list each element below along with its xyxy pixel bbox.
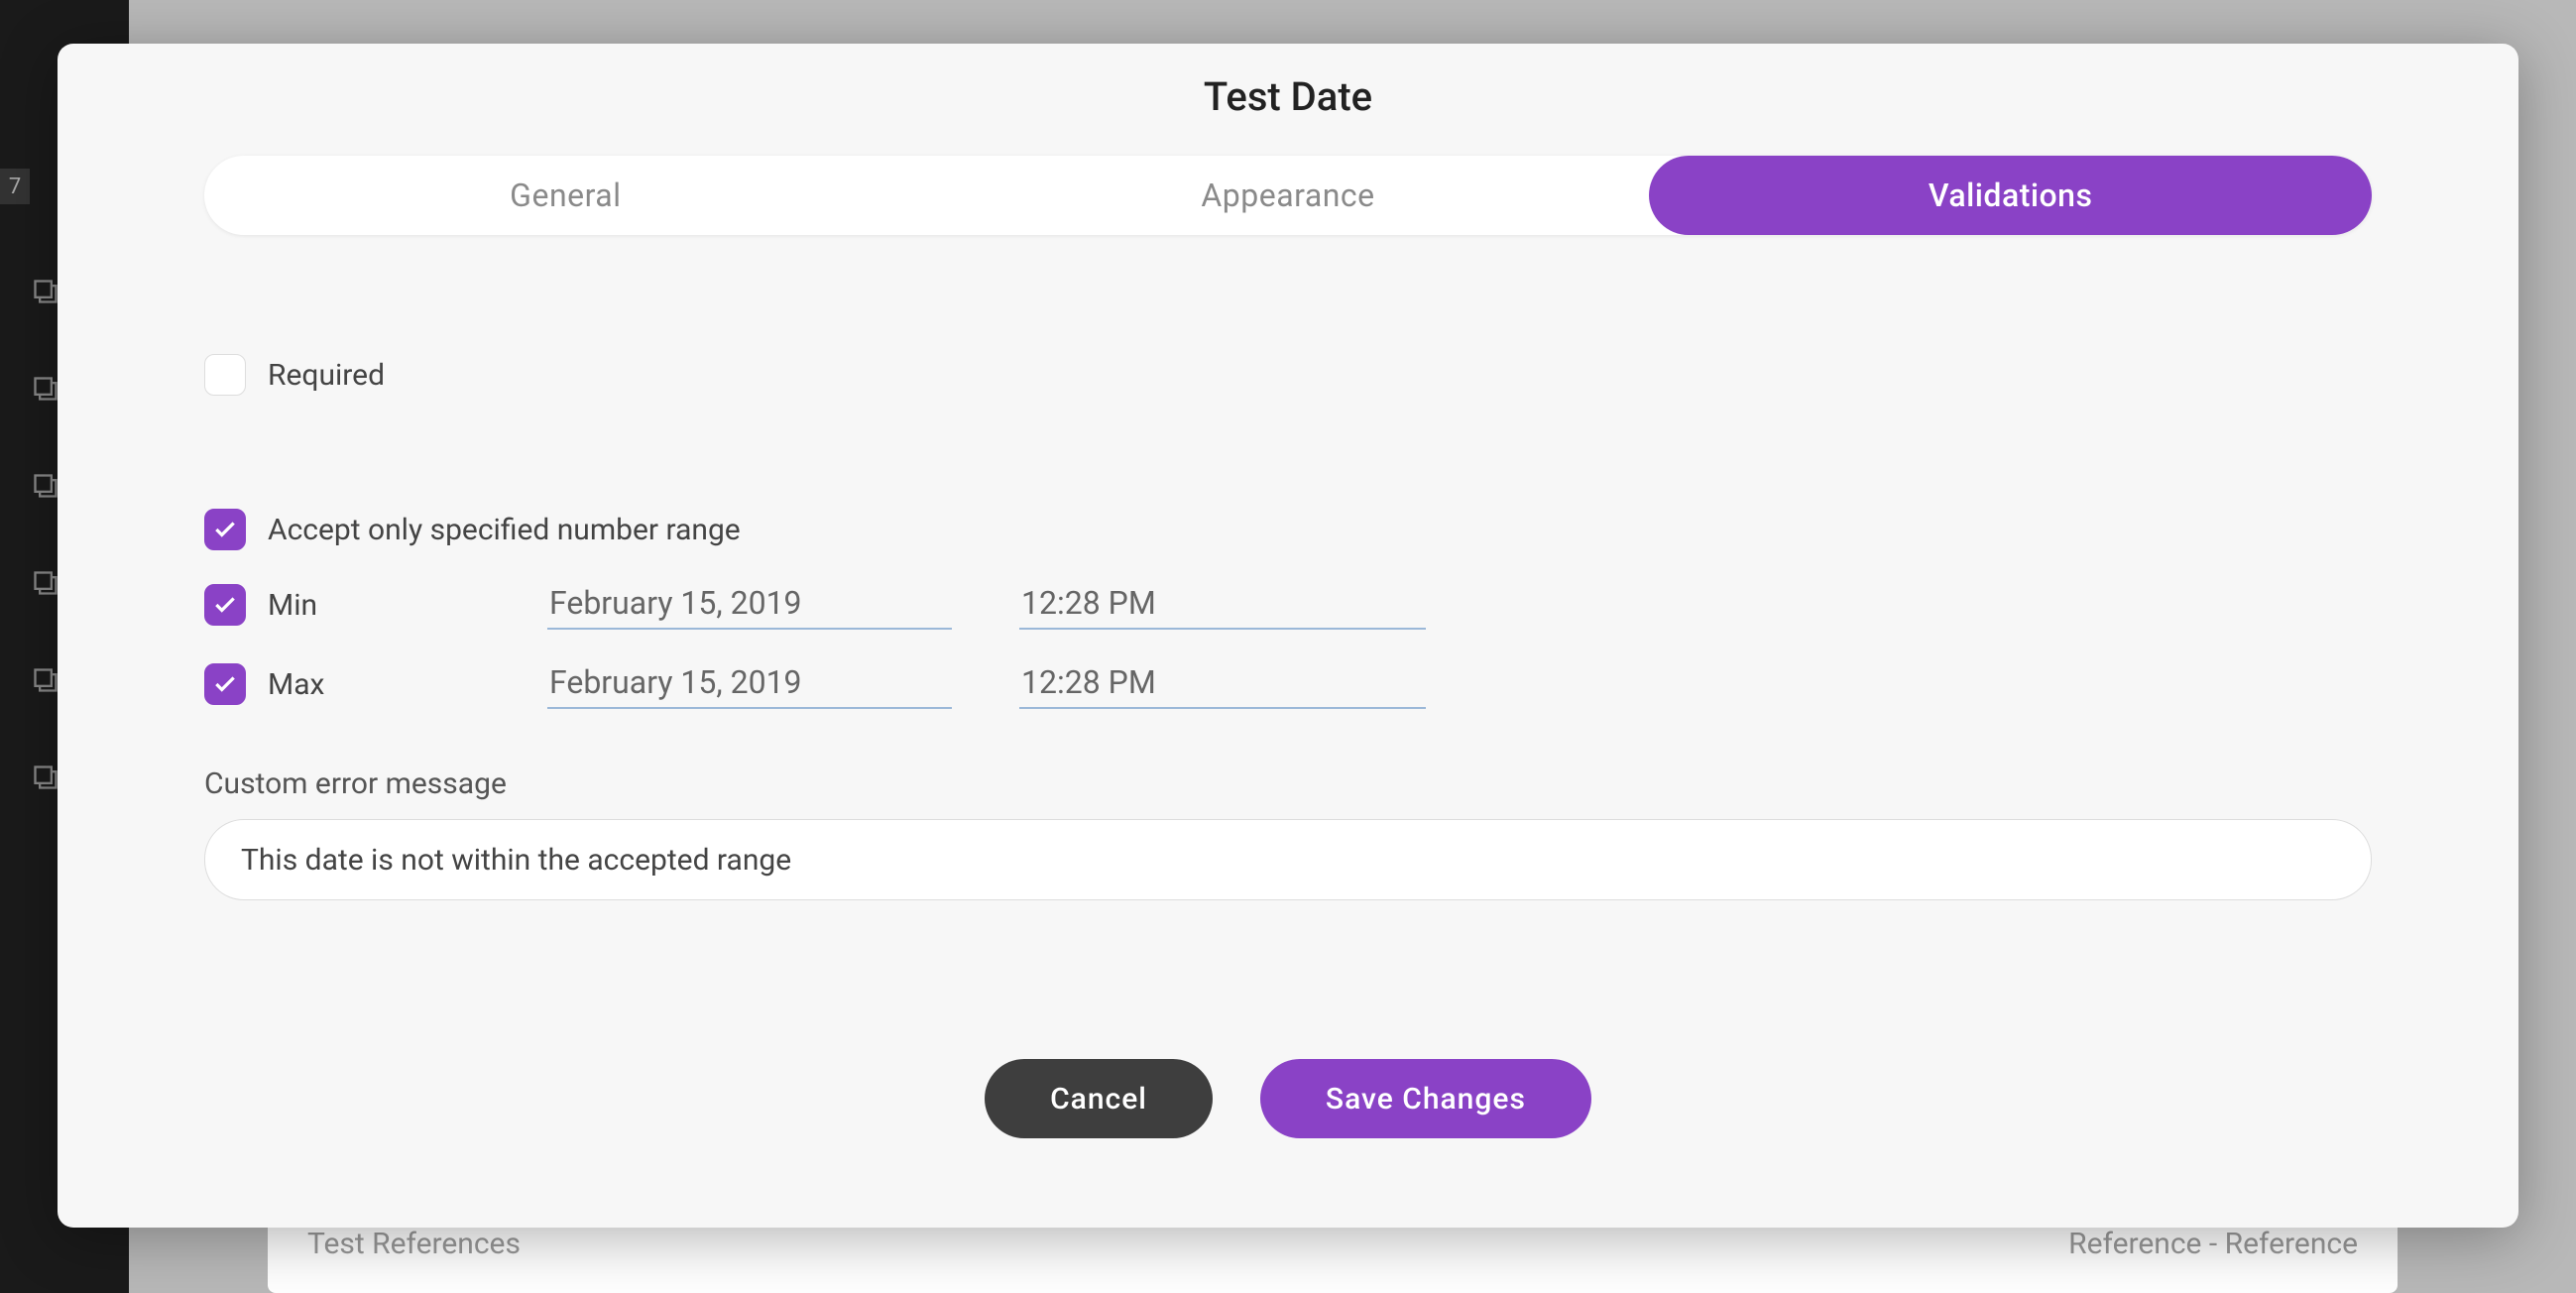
tab-validations[interactable]: Validations — [1649, 156, 2372, 235]
range-label: Accept only specified number range — [268, 513, 741, 547]
modal-actions: Cancel Save Changes — [204, 1059, 2372, 1138]
required-checkbox[interactable] — [204, 354, 246, 396]
sidebar-item-icon[interactable] — [32, 666, 59, 694]
max-date-input[interactable] — [547, 659, 952, 709]
min-row: Min — [204, 580, 2372, 630]
modal-title: Test Date — [204, 73, 2372, 120]
min-label: Min — [268, 588, 526, 623]
custom-error-label: Custom error message — [204, 766, 2372, 801]
sidebar-item-icon[interactable] — [32, 472, 59, 500]
field-settings-modal: Test Date General Appearance Validations… — [58, 44, 2518, 1228]
sidebar-item-icon[interactable] — [32, 278, 59, 305]
max-checkbox[interactable] — [204, 663, 246, 705]
range-row: Accept only specified number range — [204, 509, 2372, 550]
min-time-input[interactable] — [1019, 580, 1426, 630]
required-label: Required — [268, 358, 385, 393]
sidebar-count-badge: 7 — [0, 169, 30, 204]
min-checkbox[interactable] — [204, 584, 246, 626]
background-card-title: Test References — [307, 1227, 521, 1261]
tab-appearance[interactable]: Appearance — [927, 156, 1650, 235]
max-time-input[interactable] — [1019, 659, 1426, 709]
validations-panel: Required Accept only specified number ra… — [204, 354, 2372, 900]
save-button[interactable]: Save Changes — [1260, 1059, 1591, 1138]
sidebar-item-icon[interactable] — [32, 569, 59, 597]
required-row: Required — [204, 354, 2372, 396]
max-row: Max — [204, 659, 2372, 709]
cancel-button[interactable]: Cancel — [985, 1059, 1213, 1138]
max-label: Max — [268, 667, 526, 702]
tab-bar: General Appearance Validations — [204, 156, 2372, 235]
custom-error-input[interactable] — [204, 819, 2372, 900]
tab-general[interactable]: General — [204, 156, 927, 235]
sidebar-item-icon[interactable] — [32, 764, 59, 791]
range-checkbox[interactable] — [204, 509, 246, 550]
sidebar-icons — [32, 278, 59, 791]
min-date-input[interactable] — [547, 580, 952, 630]
background-card-meta: Reference - Reference — [2068, 1227, 2358, 1261]
sidebar-item-icon[interactable] — [32, 375, 59, 403]
